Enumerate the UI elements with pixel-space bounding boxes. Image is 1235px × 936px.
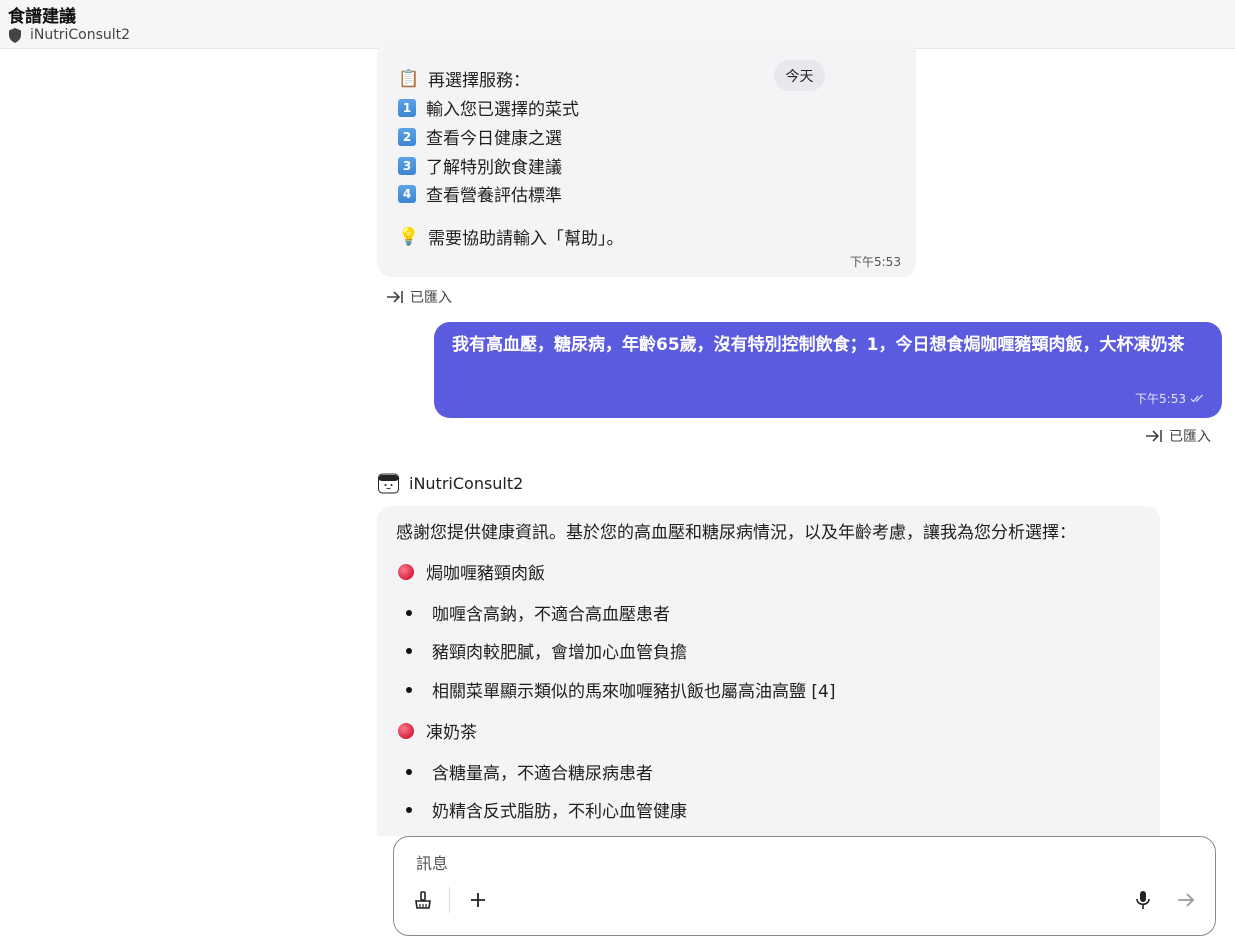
menu-heading: 📋 再選擇服務： xyxy=(398,68,530,92)
import-arrow-icon xyxy=(1146,430,1162,442)
menu-option: 2 查看今日健康之選 xyxy=(398,124,562,149)
red-circle-icon xyxy=(398,722,414,739)
chat-title: 食譜建議 xyxy=(8,7,76,27)
plus-icon xyxy=(471,893,485,907)
shield-icon xyxy=(9,27,21,43)
import-arrow-icon xyxy=(387,291,403,303)
bullet-icon xyxy=(406,609,412,616)
date-divider: 今天 xyxy=(774,60,825,91)
brush-icon xyxy=(415,891,431,909)
list-item: 含糖量高，不適合糖尿病患者 xyxy=(398,759,653,784)
section-title: 凍奶茶 xyxy=(398,718,477,743)
list-item: 奶精含反式脂肪，不利心血管健康 xyxy=(398,797,687,822)
send-arrow-icon xyxy=(1178,893,1195,907)
red-circle-icon xyxy=(398,563,414,580)
menu-option: 4 查看營養評估標準 xyxy=(398,181,562,206)
bot-name-header: iNutriConsult2 xyxy=(30,27,131,43)
help-hint: 💡 需要協助請輸入「幫助」。 xyxy=(398,226,624,250)
imported-status: 已匯入 xyxy=(386,287,452,307)
list-item: 相關菜單顯示類似的馬來咖喱豬扒飯也屬高油高鹽 [4] xyxy=(398,677,835,702)
user-message-time: 下午5:53 xyxy=(1135,390,1204,407)
imported-status: 已匯入 xyxy=(1145,426,1211,446)
chat-subtitle: iNutriConsult2 xyxy=(8,27,130,43)
analysis-intro: 感謝您提供健康資訊。基於您的高血壓和糖尿病情況，以及年齡考慮，讓我為您分析選擇： xyxy=(396,523,1076,543)
bullet-icon xyxy=(406,686,412,693)
menu-option: 1 輸入您已選擇的菜式 xyxy=(398,95,579,120)
section-title: 焗咖喱豬頸肉飯 xyxy=(398,559,545,584)
clean-brush-button[interactable] xyxy=(412,889,434,911)
voice-input-button[interactable] xyxy=(1131,888,1155,912)
bullet-icon xyxy=(406,768,412,775)
bot-sender: iNutriConsult2 xyxy=(378,473,523,494)
list-item: 豬頸肉較肥膩，會增加心血管負擔 xyxy=(398,638,687,663)
keycap-3-icon: 3 xyxy=(398,156,416,175)
message-composer xyxy=(393,836,1216,936)
menu-option: 3 了解特別飲食建議 xyxy=(398,153,562,178)
double-check-icon xyxy=(1190,394,1203,403)
user-message: 我有高血壓，糖尿病，年齡65歲，沒有特別控制飲食；1，今日想食焗咖喱豬頸肉飯，大… xyxy=(434,322,1222,418)
bot-avatar-icon xyxy=(378,473,399,494)
clipboard-icon: 📋 xyxy=(398,68,420,89)
add-attachment-button[interactable] xyxy=(466,888,490,912)
message-time: 下午5:53 xyxy=(850,255,901,269)
bot-message-analysis xyxy=(377,506,1160,836)
send-button[interactable] xyxy=(1174,888,1198,912)
lightbulb-icon: 💡 xyxy=(398,226,420,247)
user-message-text: 我有高血壓，糖尿病，年齡65歲，沒有特別控制飲食；1，今日想食焗咖喱豬頸肉飯，大… xyxy=(452,335,1185,355)
bullet-icon xyxy=(406,806,412,813)
list-item: 咖喱含高鈉，不適合高血壓患者 xyxy=(398,600,670,625)
toolbar-divider xyxy=(449,887,450,913)
microphone-icon xyxy=(1136,891,1150,909)
bullet-icon xyxy=(406,647,412,654)
keycap-2-icon: 2 xyxy=(398,127,416,146)
keycap-4-icon: 4 xyxy=(398,184,416,203)
message-input[interactable] xyxy=(414,853,1018,874)
keycap-1-icon: 1 xyxy=(398,98,416,117)
